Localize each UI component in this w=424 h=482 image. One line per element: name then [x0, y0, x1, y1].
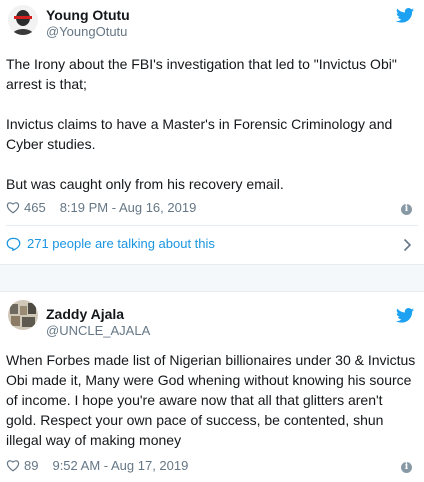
tweet-text: When Forbes made list of Nigerian billio… — [6, 350, 416, 450]
tweet-meta: 89 9:52 AM - Aug 17, 2019 — [6, 458, 188, 473]
divider — [6, 225, 418, 226]
info-icon[interactable]: i — [401, 204, 412, 215]
avatar[interactable] — [8, 300, 38, 330]
display-name[interactable]: Zaddy Ajala — [46, 306, 124, 322]
tweet-meta: 465 8:19 PM - Aug 16, 2019 — [6, 200, 196, 215]
talking-count[interactable]: 271 people are talking about this — [27, 236, 215, 251]
twitter-bird-icon[interactable] — [396, 308, 414, 323]
tweet-text: The Irony about the FBI's investigation … — [6, 54, 416, 194]
display-name[interactable]: Young Otutu — [46, 7, 130, 23]
chevron-right-icon[interactable] — [403, 238, 412, 252]
tweet-card: Zaddy Ajala @UNCLE_AJALA When Forbes mad… — [0, 292, 424, 482]
tweet-separator — [0, 264, 424, 292]
user-handle[interactable]: @YoungOtutu — [46, 24, 127, 39]
tweet-card: Young Otutu @YoungOtutu The Irony about … — [0, 0, 424, 264]
timestamp[interactable]: 9:52 AM - Aug 17, 2019 — [52, 458, 188, 473]
speech-bubble-icon — [6, 237, 21, 251]
twitter-bird-icon[interactable] — [396, 8, 414, 23]
heart-icon[interactable] — [6, 459, 20, 472]
tweet-paragraph: Invictus claims to have a Master's in Fo… — [6, 116, 393, 152]
heart-icon[interactable] — [6, 201, 20, 214]
tweet-paragraph: When Forbes made list of Nigerian billio… — [6, 352, 416, 448]
timestamp[interactable]: 8:19 PM - Aug 16, 2019 — [60, 200, 197, 215]
talking-link[interactable]: 271 people are talking about this — [6, 236, 215, 251]
avatar[interactable] — [8, 5, 38, 35]
like-count[interactable]: 89 — [24, 458, 38, 473]
info-icon[interactable]: i — [401, 462, 412, 473]
tweet-paragraph: But was caught only from his recovery em… — [6, 176, 284, 192]
user-handle[interactable]: @UNCLE_AJALA — [46, 323, 150, 338]
like-count[interactable]: 465 — [24, 200, 46, 215]
tweet-paragraph: The Irony about the FBI's investigation … — [6, 56, 397, 92]
